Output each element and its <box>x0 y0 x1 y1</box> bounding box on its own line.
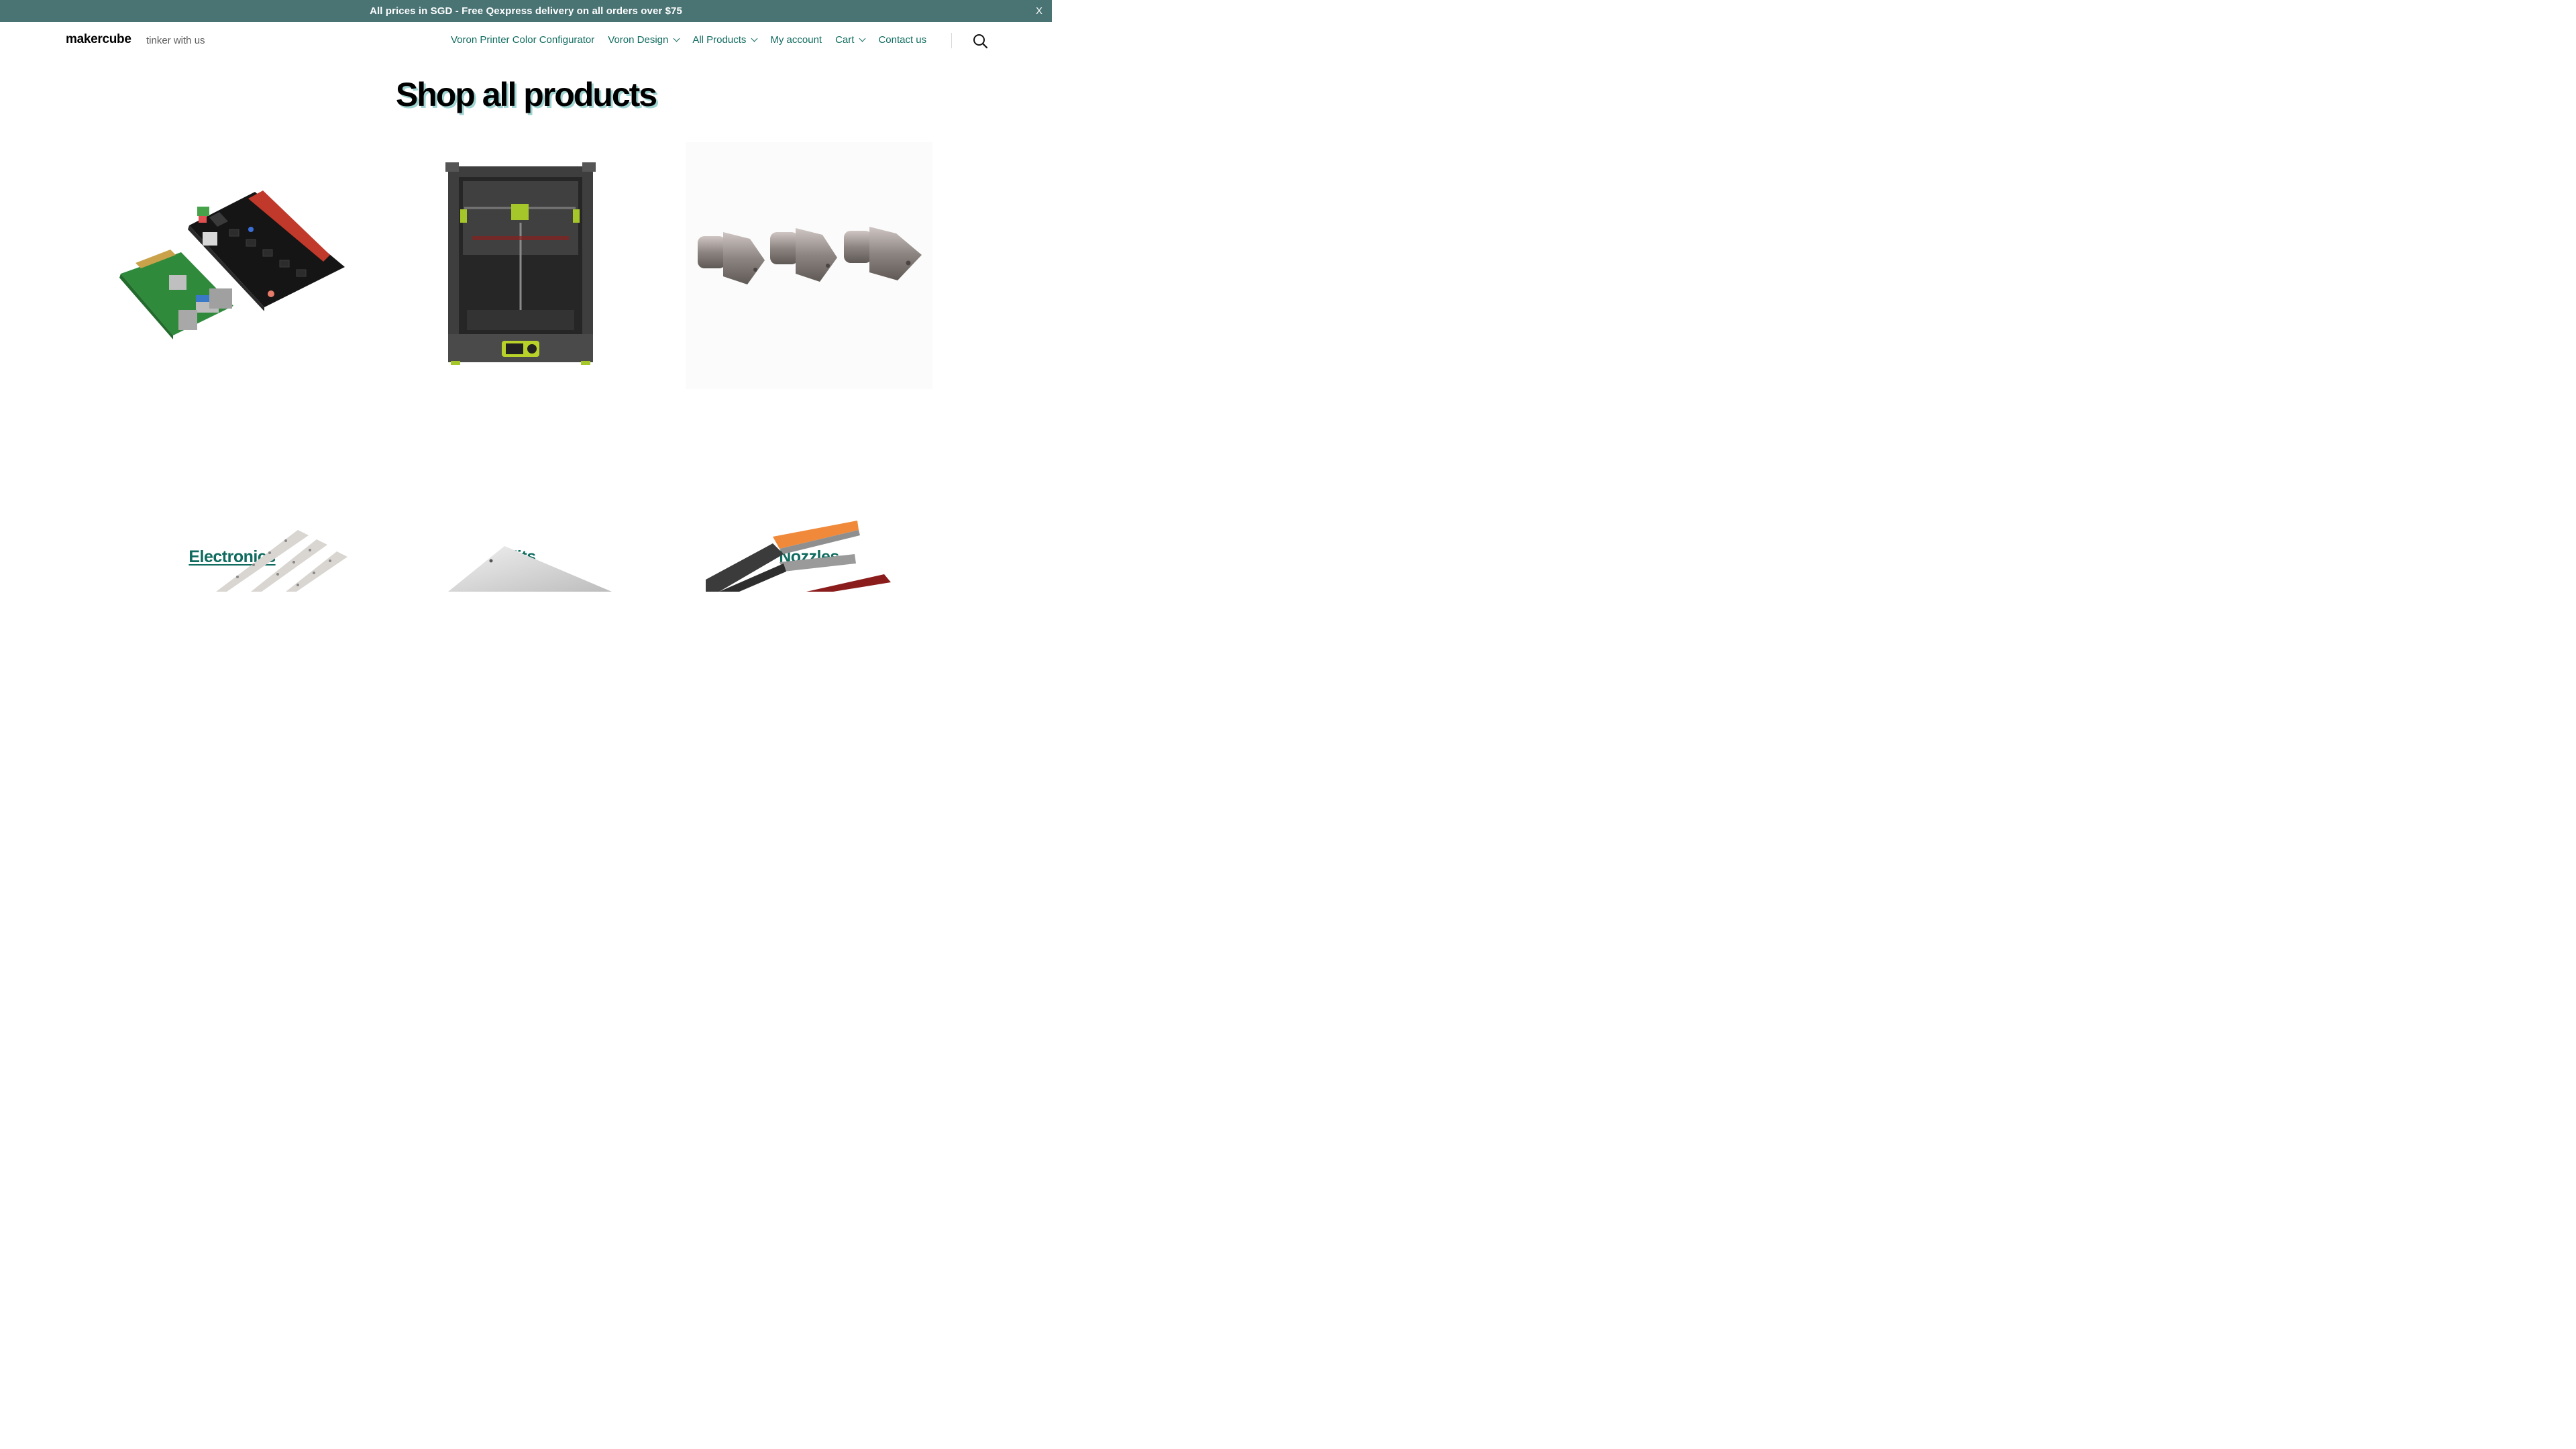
nav-item-label: Voron Printer Color Configurator <box>451 34 595 46</box>
chevron-down-icon <box>751 35 758 42</box>
category-card-sheets[interactable] <box>397 510 644 592</box>
header-divider <box>951 33 952 48</box>
primary-nav: Voron Printer Color Configurator Voron D… <box>451 34 926 46</box>
search-icon <box>973 34 988 49</box>
banner-text: All prices in SGD - Free Qexpress delive… <box>370 5 682 17</box>
page-title: Shop all products <box>395 76 657 113</box>
category-card-nozzles[interactable]: Nozzles <box>686 142 932 566</box>
nav-item-label: All Products <box>692 34 747 46</box>
category-card-tools[interactable] <box>686 510 932 592</box>
rails-image <box>216 530 347 592</box>
nav-item-label: Contact us <box>878 34 927 46</box>
nav-item-cart[interactable]: Cart <box>835 34 866 46</box>
nav-item-contact-us[interactable]: Contact us <box>878 34 926 46</box>
announcement-banner: All prices in SGD - Free Qexpress delive… <box>0 0 1052 22</box>
site-logo[interactable]: makercube <box>66 32 131 47</box>
nav-item-label: Voron Design <box>608 34 669 46</box>
search-button[interactable] <box>972 33 988 49</box>
nav-item-color-configurator[interactable]: Voron Printer Color Configurator <box>451 34 594 46</box>
category-card-kits[interactable]: Kits <box>397 142 644 566</box>
site-tagline: tinker with us <box>146 35 205 46</box>
category-card-electronics[interactable]: Electronics <box>109 142 356 566</box>
nav-item-all-products[interactable]: All Products <box>692 34 758 46</box>
category-card-rails[interactable] <box>109 510 356 592</box>
chevron-down-icon <box>673 35 680 42</box>
chevron-down-icon <box>859 35 866 42</box>
nozzles-image <box>686 142 932 389</box>
sheet-image <box>448 546 612 592</box>
nav-item-my-account[interactable]: My account <box>770 34 822 46</box>
nav-item-voron-design[interactable]: Voron Design <box>608 34 680 46</box>
nav-item-label: Cart <box>835 34 855 46</box>
crimping-tool-image <box>706 521 891 592</box>
3d-printer-kit-image <box>445 162 596 365</box>
circuit-board-image <box>119 191 345 339</box>
nav-item-label: My account <box>770 34 822 46</box>
site-header: makercube tinker with us Voron Printer C… <box>0 22 1052 60</box>
banner-close-button[interactable]: X <box>1036 0 1042 22</box>
